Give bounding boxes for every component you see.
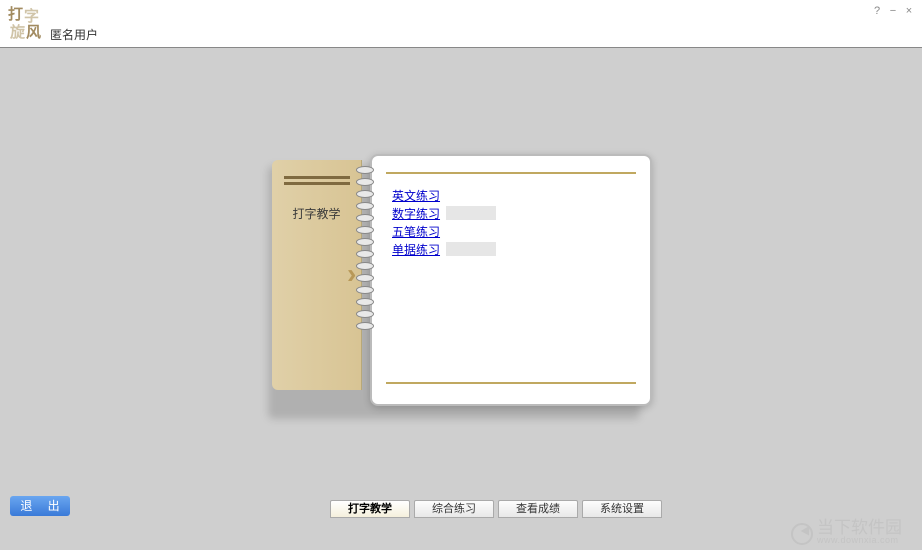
watermark-icon bbox=[791, 523, 813, 545]
tab-view-scores[interactable]: 查看成绩 bbox=[498, 500, 578, 518]
list-item: 数字练习 bbox=[392, 204, 636, 222]
app-logo: 打 字 旋 风 bbox=[8, 6, 46, 44]
username-label: 匿名用户 bbox=[50, 26, 98, 43]
main-area: 打字教学 › 英文练习 数字练习 五笔练习 bbox=[0, 48, 922, 520]
notebook-right-page: 英文练习 数字练习 五笔练习 单据练习 bbox=[370, 154, 652, 406]
exit-button[interactable]: 退 出 bbox=[10, 496, 70, 516]
spiral-binding bbox=[356, 162, 376, 388]
minimize-icon[interactable]: − bbox=[886, 4, 900, 18]
练习-links: 英文练习 数字练习 五笔练习 单据练习 bbox=[386, 186, 636, 258]
notebook: 打字教学 › 英文练习 数字练习 五笔练习 bbox=[272, 160, 652, 413]
header-bar: 打 字 旋 风 匿名用户 ? − × bbox=[0, 0, 922, 48]
highlight-box bbox=[446, 242, 496, 256]
tab-system-settings[interactable]: 系统设置 bbox=[582, 500, 662, 518]
highlight-box bbox=[446, 206, 496, 220]
window-controls: ? − × bbox=[870, 4, 916, 18]
help-icon[interactable]: ? bbox=[870, 4, 884, 18]
list-item: 单据练习 bbox=[392, 240, 636, 258]
list-item: 五笔练习 bbox=[392, 222, 636, 240]
watermark: 当下软件园 www.downxia.com bbox=[791, 522, 902, 546]
list-item: 英文练习 bbox=[392, 186, 636, 204]
tab-typing-tutorial[interactable]: 打字教学 bbox=[330, 500, 410, 518]
link-wubi-practice[interactable]: 五笔练习 bbox=[392, 223, 440, 240]
link-english-practice[interactable]: 英文练习 bbox=[392, 187, 440, 204]
link-receipt-practice[interactable]: 单据练习 bbox=[392, 241, 440, 258]
link-number-practice[interactable]: 数字练习 bbox=[392, 205, 440, 222]
notebook-left-panel: 打字教学 › bbox=[272, 160, 362, 390]
footer: 当下软件园 www.downxia.com bbox=[0, 520, 922, 550]
tab-mixed-practice[interactable]: 综合练习 bbox=[414, 500, 494, 518]
notebook-left-title: 打字教学 bbox=[272, 205, 361, 222]
bottom-tab-bar: 打字教学 综合练习 查看成绩 系统设置 bbox=[330, 500, 666, 518]
close-icon[interactable]: × bbox=[902, 4, 916, 18]
